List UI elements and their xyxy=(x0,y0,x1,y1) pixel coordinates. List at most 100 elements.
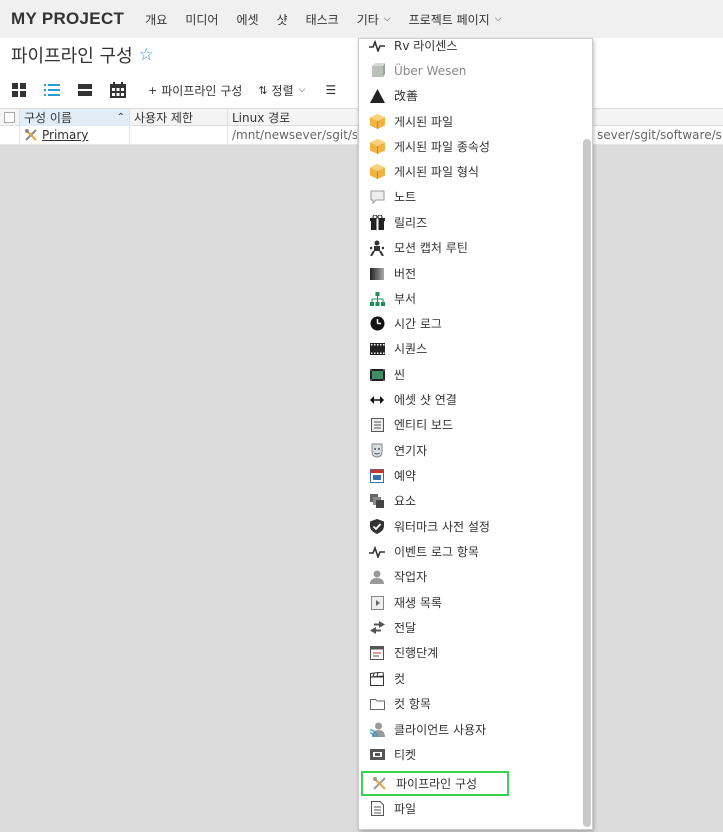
transfer-arrows-icon xyxy=(369,620,385,636)
config-name-cell: Primary xyxy=(20,126,130,144)
menu-item-releases[interactable]: 릴리즈 xyxy=(359,210,581,235)
gift-icon xyxy=(369,215,385,231)
cube-gray-icon xyxy=(369,63,385,79)
menu-item-tickets[interactable]: 티켓 xyxy=(359,742,581,767)
row-select-cell xyxy=(0,126,20,144)
top-nav: MY PROJECT 개요 미디어 에셋 샷 태스크 기타 ⌵ 프로젝트 페이지 ⌵ xyxy=(0,0,723,38)
package-icon xyxy=(369,164,385,180)
mocap-figure-icon xyxy=(369,240,385,256)
menu-item-bookings[interactable]: 예약 xyxy=(359,463,581,488)
menu-item-versions[interactable]: 버전 xyxy=(359,261,581,286)
sort-icon: ⇅ xyxy=(258,83,268,97)
nav-shots[interactable]: 샷 xyxy=(268,0,297,38)
sort-asc-icon: ⌃ xyxy=(116,112,125,123)
menu-item-time-logs[interactable]: 시간 로그 xyxy=(359,311,581,336)
menu-item-pipeline-configurations[interactable]: 파이프라인 구성 xyxy=(361,771,509,796)
client-user-icon xyxy=(369,722,385,738)
nav-overview[interactable]: 개요 xyxy=(136,0,176,38)
version-square-icon xyxy=(369,266,385,282)
org-tree-icon xyxy=(369,291,385,307)
board-icon xyxy=(369,417,385,433)
folder-icon xyxy=(369,696,385,712)
phase-icon xyxy=(369,645,385,661)
menu-item-playlists[interactable]: 재생 목록 xyxy=(359,590,581,615)
menu-item-mocap-routines[interactable]: 모션 캡처 루틴 xyxy=(359,235,581,260)
add-pipeline-config-button[interactable]: + 파이프라인 구성 xyxy=(148,82,242,99)
user-limit-cell xyxy=(130,126,228,144)
menu-item-event-log-entries[interactable]: 이벤트 로그 항목 xyxy=(359,539,581,564)
plus-icon: + xyxy=(148,83,158,97)
menu-item-sequences[interactable]: 시퀀스 xyxy=(359,336,581,361)
menu-item-notes[interactable]: 노트 xyxy=(359,184,581,209)
ticket-icon xyxy=(369,747,385,763)
elements-icon xyxy=(369,493,385,509)
menu-item-workers[interactable]: 작업자 xyxy=(359,564,581,589)
tools-icon xyxy=(24,128,38,142)
menu-item-uber-wesen[interactable]: Über Wesen xyxy=(359,58,581,83)
menu-item-cuts[interactable]: 컷 xyxy=(359,666,581,691)
select-all-checkbox[interactable] xyxy=(4,112,15,123)
package-icon xyxy=(369,114,385,130)
menu-item-published-file-types[interactable]: 게시된 파일 형식 xyxy=(359,159,581,184)
clock-icon xyxy=(369,316,385,332)
menu-item-deliveries[interactable]: 전달 xyxy=(359,615,581,640)
menu-item-performers[interactable]: 연기자 xyxy=(359,438,581,463)
path-cell-2: sever/sgit/software/sho xyxy=(597,128,723,142)
chevron-down-icon: ⌵ xyxy=(383,14,391,24)
group-button[interactable]: ☰ xyxy=(325,83,336,97)
menu-item-published-file-dependencies[interactable]: 게시된 파일 종속성 xyxy=(359,134,581,159)
nav-other[interactable]: 기타 ⌵ xyxy=(348,0,400,38)
menu-item-asset-shot-connections[interactable]: 에셋 샷 연결 xyxy=(359,387,581,412)
page-title: 파이프라인 구성 xyxy=(11,46,133,67)
detail-view-icon[interactable] xyxy=(76,81,94,99)
file-icon xyxy=(369,801,385,817)
pulse-icon xyxy=(369,544,385,560)
menu-item-phases[interactable]: 진행단계 xyxy=(359,640,581,665)
speech-bubble-icon xyxy=(369,189,385,205)
nav-project-pages[interactable]: 프로젝트 페이지 ⌵ xyxy=(400,0,511,38)
sort-button[interactable]: ⇅ 정렬 ⌵ xyxy=(258,82,305,99)
column-user-limit[interactable]: 사용자 제한 xyxy=(130,109,228,126)
scene-film-icon xyxy=(369,367,385,383)
playlist-icon xyxy=(369,595,385,611)
menu-item-published-files[interactable]: 게시된 파일 xyxy=(359,109,581,134)
calendar-icon xyxy=(369,468,385,484)
menu-item-files[interactable]: 파일 xyxy=(359,796,581,821)
calendar-view-icon[interactable] xyxy=(109,81,127,99)
menu-item-watermark-presets[interactable]: 워터마크 사전 설정 xyxy=(359,514,581,539)
other-menu-dropdown: Rv 라이센스 Über Wesen 改善 게시된 파일 게시된 파일 종속성 … xyxy=(358,38,593,830)
chevron-down-icon: ⌵ xyxy=(298,85,306,95)
menu-item-scenes[interactable]: 씬 xyxy=(359,362,581,387)
menu-item-client-users[interactable]: 클라이언트 사용자 xyxy=(359,717,581,742)
nav-media[interactable]: 미디어 xyxy=(176,0,227,38)
menu-scrollbar-thumb[interactable] xyxy=(583,139,591,827)
star-icon[interactable]: ☆ xyxy=(139,45,154,65)
column-config-name[interactable]: 구성 이름 ⌃ xyxy=(20,109,130,126)
performer-icon xyxy=(369,443,385,459)
menu-item-entity-board[interactable]: 엔티티 보드 xyxy=(359,412,581,437)
filmstrip-icon xyxy=(369,341,385,357)
menu-item-departments[interactable]: 부서 xyxy=(359,286,581,311)
double-arrow-icon xyxy=(369,392,385,408)
menu-item-rv-license[interactable]: Rv 라이센스 xyxy=(359,39,581,58)
grid-view-icon[interactable] xyxy=(10,81,28,99)
select-all-cell xyxy=(0,109,20,126)
nav-assets[interactable]: 에셋 xyxy=(227,0,267,38)
project-brand[interactable]: MY PROJECT xyxy=(11,9,124,29)
menu-item-elements[interactable]: 요소 xyxy=(359,488,581,513)
list-view-icon[interactable] xyxy=(43,81,61,99)
triangle-icon xyxy=(369,88,385,104)
menu-item-cut-items[interactable]: 컷 항목 xyxy=(359,691,581,716)
tools-icon xyxy=(371,776,387,792)
pulse-icon xyxy=(369,39,385,54)
linux-path-cell: /mnt/newsever/sgit/so xyxy=(228,126,358,144)
package-icon xyxy=(369,139,385,155)
clapper-icon xyxy=(369,671,385,687)
nav-tasks[interactable]: 태스크 xyxy=(297,0,348,38)
chevron-down-icon: ⌵ xyxy=(494,14,502,24)
person-icon xyxy=(369,569,385,585)
group-icon: ☰ xyxy=(325,83,337,97)
shield-check-icon xyxy=(369,519,385,535)
config-name-link[interactable]: Primary xyxy=(42,128,88,142)
menu-item-improvement[interactable]: 改善 xyxy=(359,83,581,108)
